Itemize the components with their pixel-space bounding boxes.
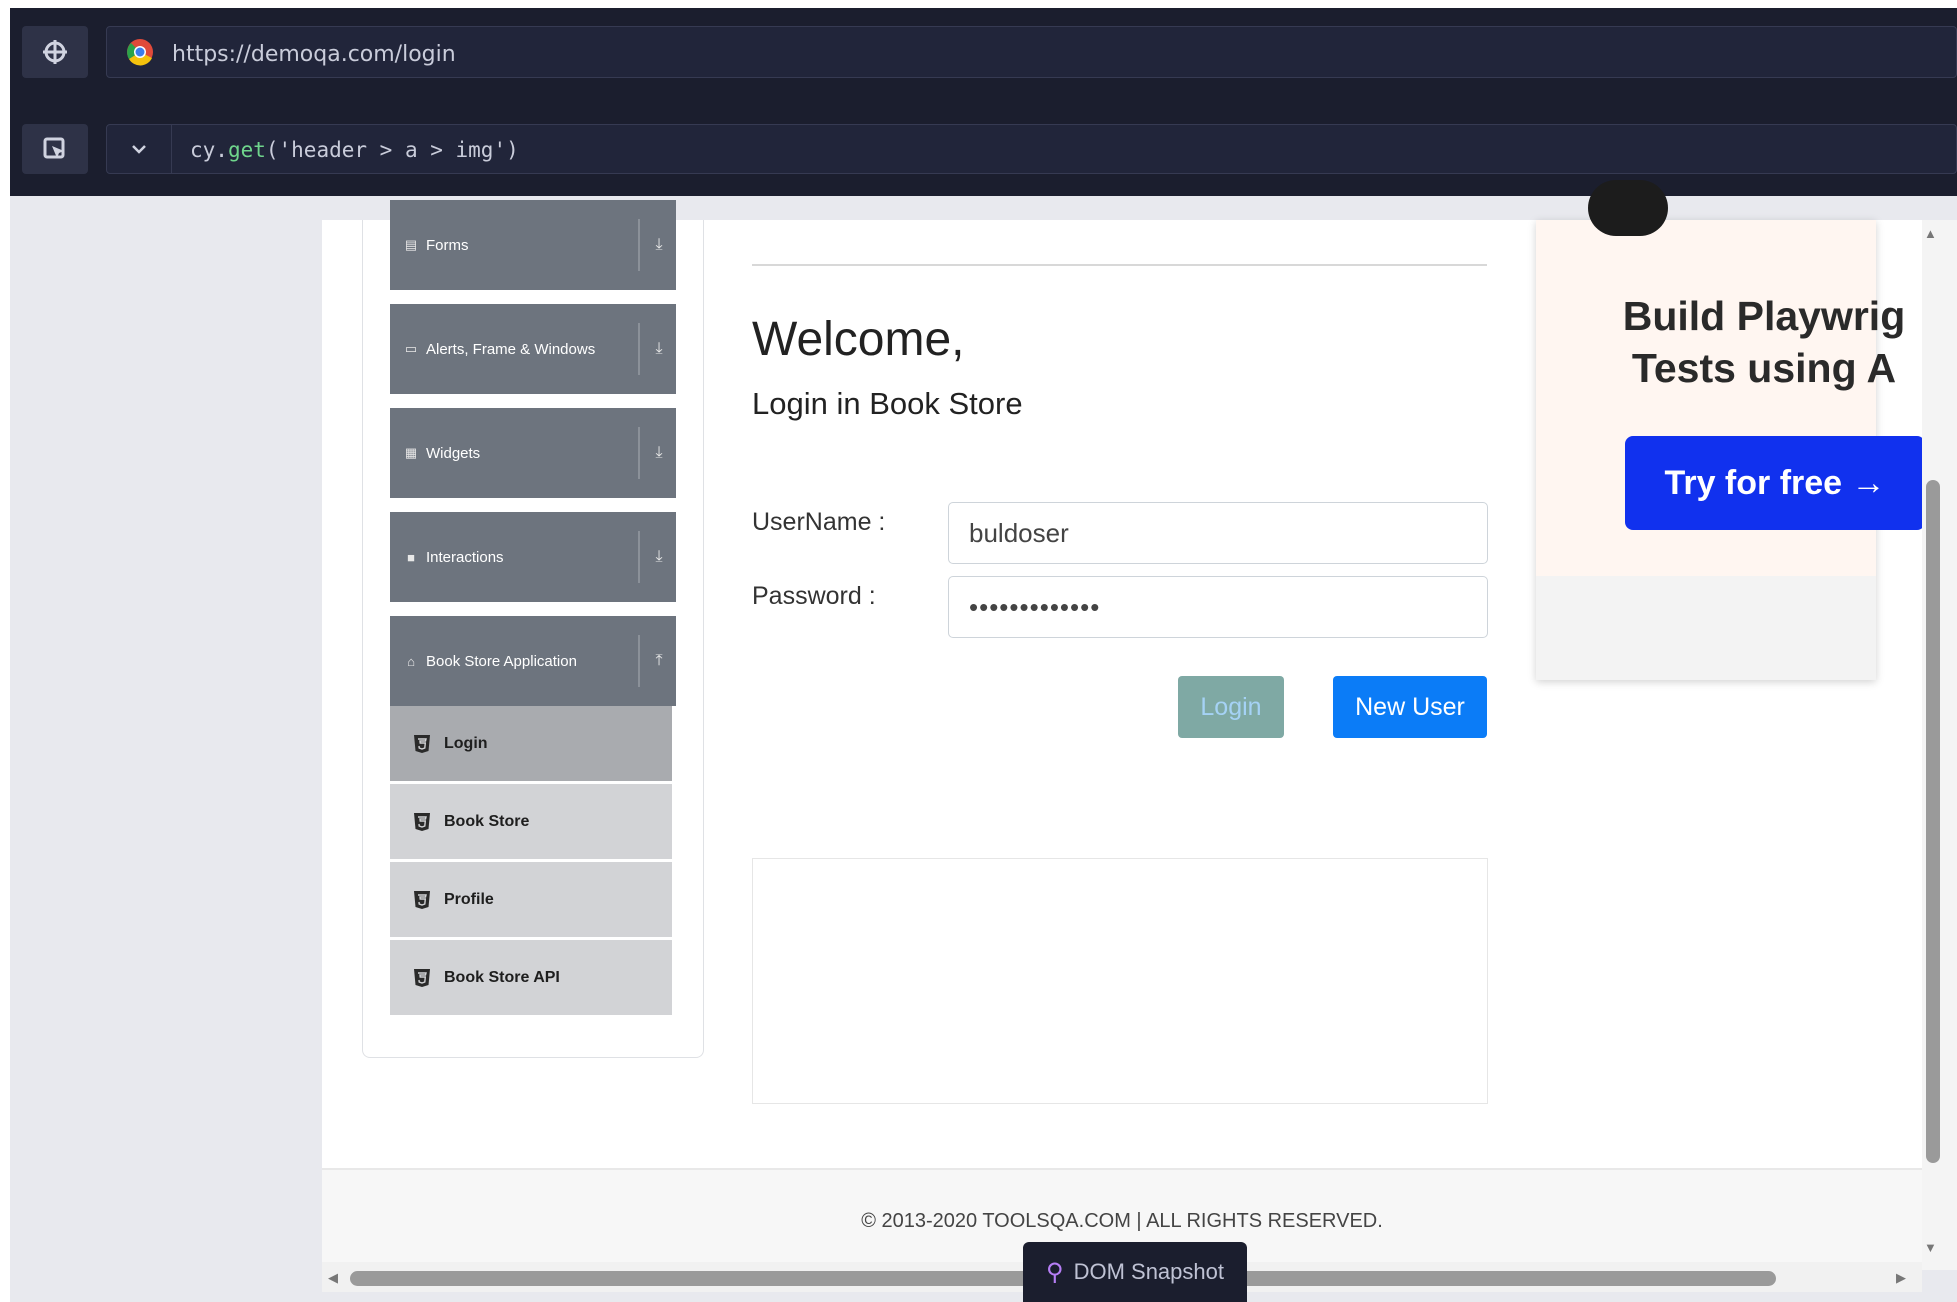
group-divider	[638, 323, 640, 375]
html5-icon	[412, 967, 432, 989]
ad-heading-line2: Tests using A	[1631, 345, 1897, 391]
html5-icon	[412, 889, 432, 911]
chevron-down-icon	[131, 145, 146, 154]
download-icon: ⤓	[655, 444, 663, 461]
username-label: UserName :	[752, 508, 886, 536]
book-icon: ⌂	[407, 653, 415, 669]
group-divider	[638, 219, 640, 271]
group-divider	[638, 427, 640, 479]
crosshair-button[interactable]	[22, 26, 88, 78]
sidebar-item-label: Login	[444, 734, 488, 752]
selector-command[interactable]: cy.get('header > a > img')	[190, 135, 519, 165]
ad-logo	[1588, 180, 1668, 236]
file-icon: ▤	[404, 237, 418, 252]
grid-icon: ▦	[404, 445, 418, 460]
ad-heading-line1: Build Playwrig	[1622, 293, 1906, 339]
ad-cta-button[interactable]: Try for free →	[1625, 436, 1925, 530]
username-input[interactable]	[948, 502, 1488, 564]
password-label: Password :	[752, 582, 876, 610]
crosshair-icon	[43, 40, 67, 64]
sidebar-item-label: Book Store API	[444, 968, 560, 986]
upload-icon: ⤒	[655, 652, 663, 669]
group-divider	[638, 635, 640, 687]
selector-playground-icon	[43, 137, 65, 159]
group-label: Interactions	[426, 548, 504, 566]
scroll-down-icon[interactable]: ▼	[1924, 1240, 1937, 1255]
map-pin-icon: ⚲	[1046, 1258, 1064, 1286]
selector-prefix: cy.	[190, 138, 228, 162]
sidebar-group-widgets[interactable]: ▦ Widgets ⤓	[390, 408, 676, 498]
html5-icon	[412, 733, 432, 755]
selector-fn: get	[227, 138, 266, 162]
window-icon: ▭	[404, 341, 418, 356]
login-subtitle: Login in Book Store	[752, 386, 1023, 421]
url-text: https://demoqa.com/login	[172, 42, 456, 67]
sidebar-group-book-store[interactable]: ⌂ Book Store Application ⤒	[390, 616, 676, 706]
cube-icon: ■	[407, 549, 415, 565]
scroll-right-icon[interactable]: ▶	[1896, 1270, 1906, 1286]
vertical-scroll-thumb[interactable]	[1926, 480, 1940, 1163]
ad-heading: Build Playwrig Tests using A	[1614, 290, 1914, 394]
group-label: Forms	[426, 236, 469, 254]
password-input[interactable]: •••••••••••••	[948, 576, 1488, 638]
sidebar-group-alerts[interactable]: ▭ Alerts, Frame & Windows ⤓	[390, 304, 676, 394]
output-panel	[752, 858, 1488, 1104]
group-divider	[638, 531, 640, 583]
new-user-button[interactable]: New User	[1333, 676, 1487, 738]
dom-snapshot-indicator[interactable]: ⚲ DOM Snapshot	[1023, 1242, 1247, 1302]
ad-background-pattern	[1536, 576, 1876, 680]
selector-type-dropdown[interactable]	[106, 124, 172, 174]
sidebar-item-book-store[interactable]: Book Store	[390, 784, 672, 859]
download-icon: ⤓	[655, 548, 663, 565]
sidebar-group-interactions[interactable]: ■ Interactions ⤓	[390, 512, 676, 602]
sidebar-item-label: Book Store	[444, 812, 530, 830]
group-label: Book Store Application	[426, 652, 577, 670]
login-button[interactable]: Login	[1178, 676, 1284, 738]
sidebar-item-login[interactable]: Login	[390, 706, 672, 781]
group-label: Alerts, Frame & Windows	[426, 340, 596, 358]
group-label: Widgets	[426, 444, 481, 462]
title-divider	[752, 264, 1487, 266]
download-icon: ⤓	[655, 236, 663, 253]
sidebar-item-profile[interactable]: Profile	[390, 862, 672, 937]
welcome-heading: Welcome,	[752, 313, 965, 366]
html5-icon	[412, 811, 432, 833]
download-icon: ⤓	[655, 340, 663, 357]
footer-text: © 2013-2020 TOOLSQA.COM | ALL RIGHTS RES…	[861, 1210, 1383, 1232]
sidebar-group-forms[interactable]: ▤ Forms ⤓	[390, 200, 676, 290]
chrome-icon	[126, 38, 154, 66]
sidebar-item-book-store-api[interactable]: Book Store API	[390, 940, 672, 1015]
selector-playground-button[interactable]	[22, 124, 88, 174]
selector-args: ('header > a > img')	[265, 138, 519, 162]
scroll-up-icon[interactable]: ▲	[1924, 226, 1937, 241]
dom-snapshot-label: DOM Snapshot	[1073, 1259, 1224, 1284]
scroll-left-icon[interactable]: ◀	[328, 1270, 338, 1286]
sidebar-item-label: Profile	[444, 890, 494, 908]
